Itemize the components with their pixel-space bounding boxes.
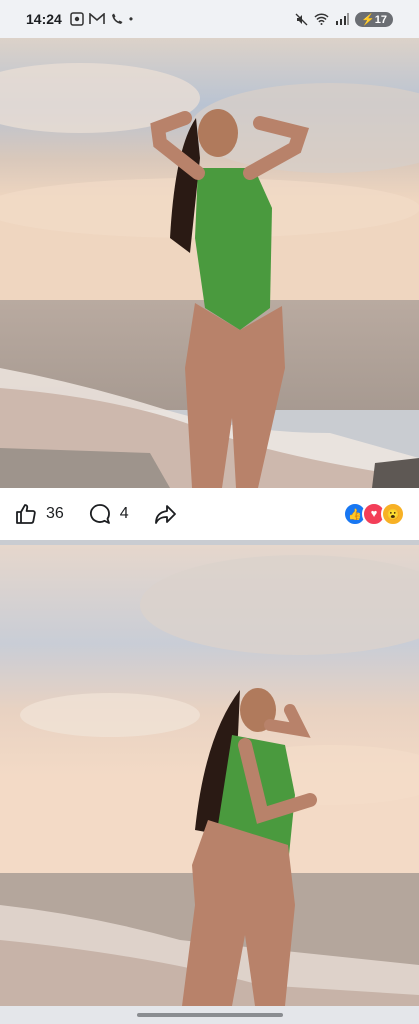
post-photo-2[interactable] xyxy=(0,545,419,1006)
post-photo-1[interactable] xyxy=(0,38,419,488)
share-button[interactable] xyxy=(153,502,177,526)
status-bar-left: 14:24 • xyxy=(26,11,133,27)
battery-indicator: ⚡17 xyxy=(355,11,393,27)
reactions-summary[interactable]: 👍 ♥ 😮 xyxy=(343,502,405,526)
call-icon xyxy=(111,13,123,24)
photo-1-image xyxy=(0,38,419,488)
status-bar: 14:24 • ⚡17 xyxy=(0,0,419,38)
status-bar-right: ⚡17 xyxy=(295,11,393,27)
share-icon xyxy=(154,505,176,524)
navigation-bar xyxy=(0,1006,419,1024)
mute-icon xyxy=(295,13,308,25)
comment-button[interactable]: 4 xyxy=(88,502,129,526)
like-count: 36 xyxy=(46,505,64,522)
screenshot-icon xyxy=(70,12,84,26)
wow-reaction-icon: 😮 xyxy=(381,502,405,526)
post-action-bar: 36 4 👍 ♥ 😮 xyxy=(0,488,419,540)
thumbs-up-icon xyxy=(16,504,36,524)
clock-time: 14:24 xyxy=(26,11,62,27)
battery-icon: ⚡ xyxy=(361,13,375,26)
gmail-icon xyxy=(89,13,105,24)
home-indicator[interactable] xyxy=(137,1013,283,1017)
notification-icons: • xyxy=(70,12,133,26)
photo-2-image xyxy=(0,545,419,1006)
comment-count: 4 xyxy=(119,505,129,522)
more-notifications-dot: • xyxy=(128,12,134,26)
comment-icon xyxy=(89,504,110,524)
wifi-icon xyxy=(314,13,329,25)
like-button[interactable]: 36 xyxy=(14,502,64,526)
battery-level: 17 xyxy=(374,13,387,26)
signal-icon xyxy=(336,13,350,25)
